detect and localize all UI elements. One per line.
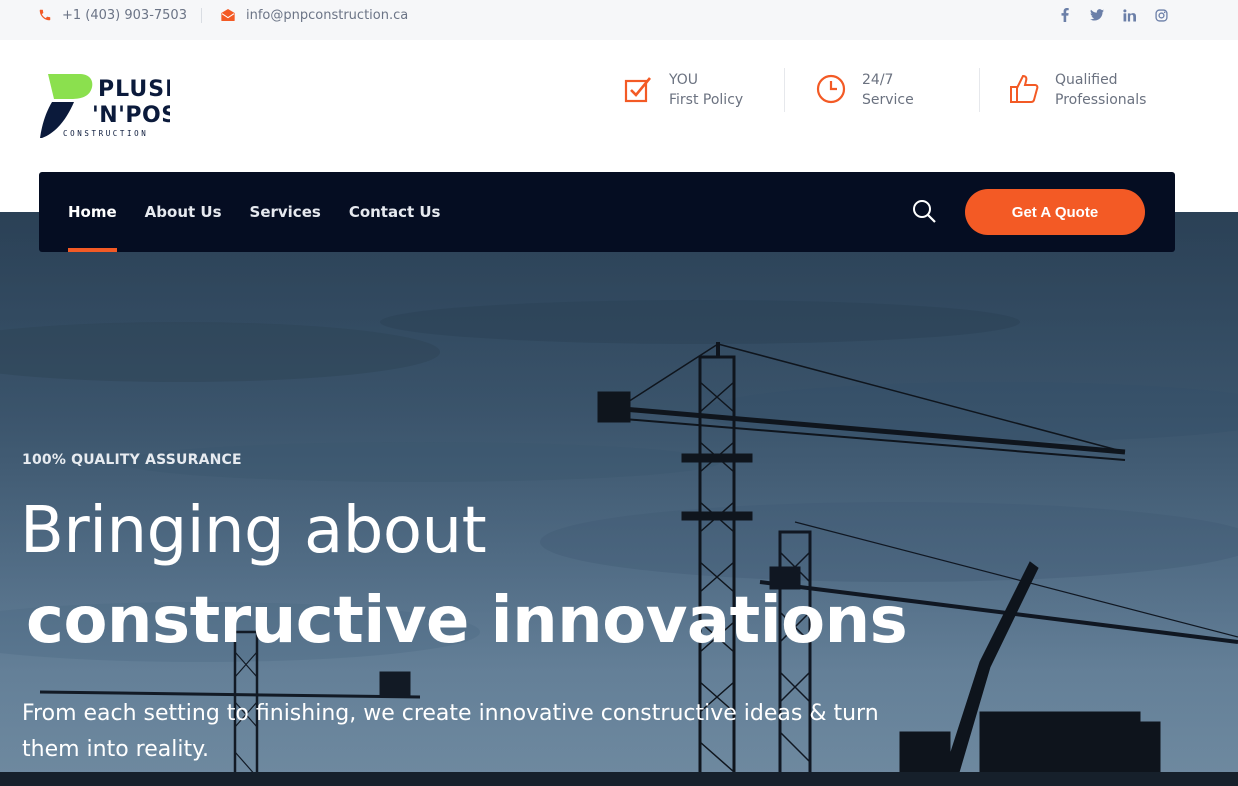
envelope-icon xyxy=(221,9,235,21)
hero-tagline: 100% QUALITY ASSURANCE xyxy=(22,452,242,468)
hero-title-line2: constructive innovations xyxy=(26,584,908,658)
hero-title-line1: Bringing about xyxy=(20,494,487,568)
main-navigation: Home About Us Services Contact Us Get A … xyxy=(39,172,1175,252)
feature-line1: Qualified xyxy=(1055,72,1118,88)
feature-line1: 24/7 xyxy=(862,72,894,88)
social-links xyxy=(1058,0,1168,30)
feature-line2: First Policy xyxy=(669,92,744,108)
logo-line1: PLUSH xyxy=(98,77,170,102)
feature-24-7: 24/7 Service xyxy=(815,70,914,116)
nav-item-home[interactable]: Home xyxy=(68,172,117,252)
twitter-icon[interactable] xyxy=(1090,8,1104,22)
nav-item-services[interactable]: Services xyxy=(250,172,321,252)
contact-divider xyxy=(201,8,202,23)
phone-contact[interactable]: +1 (403) 903-7503 xyxy=(38,0,187,30)
thumbs-up-icon xyxy=(1008,73,1040,105)
logo-line2: 'N'POSH xyxy=(92,103,170,128)
nav-item-about-us[interactable]: About Us xyxy=(145,172,222,252)
feature-divider xyxy=(979,68,980,112)
hero-description: From each setting to finishing, we creat… xyxy=(22,701,879,762)
site-logo[interactable]: PLUSH 'N'POSH CONSTRUCTION xyxy=(40,72,196,140)
facebook-icon[interactable] xyxy=(1058,8,1072,22)
hero-section: 100% QUALITY ASSURANCE Bringing about co… xyxy=(0,212,1238,786)
get-a-quote-button[interactable]: Get A Quote xyxy=(965,189,1145,235)
nav-menu: Home About Us Services Contact Us xyxy=(68,172,441,252)
instagram-icon[interactable] xyxy=(1154,8,1168,22)
feature-line2: Service xyxy=(862,92,914,108)
email-contact[interactable]: info@pnpconstruction.ca xyxy=(220,0,408,30)
email-address: info@pnpconstruction.ca xyxy=(246,7,409,23)
linkedin-icon[interactable] xyxy=(1122,8,1136,22)
feature-qualified: Qualified Professionals xyxy=(1008,70,1146,116)
top-bar: +1 (403) 903-7503 info@pnpconstruction.c… xyxy=(0,0,1238,40)
search-icon[interactable] xyxy=(911,198,937,224)
logo-line3: CONSTRUCTION xyxy=(63,129,148,138)
feature-divider xyxy=(784,68,785,112)
nav-item-contact-us[interactable]: Contact Us xyxy=(349,172,441,252)
checkbox-icon xyxy=(622,73,654,105)
feature-line2: Professionals xyxy=(1055,92,1147,108)
feature-line1: YOU xyxy=(669,72,699,88)
feature-you-first: YOU First Policy xyxy=(622,70,743,116)
phone-icon xyxy=(39,9,51,21)
clock-icon xyxy=(815,73,847,105)
phone-number: +1 (403) 903-7503 xyxy=(62,7,187,23)
